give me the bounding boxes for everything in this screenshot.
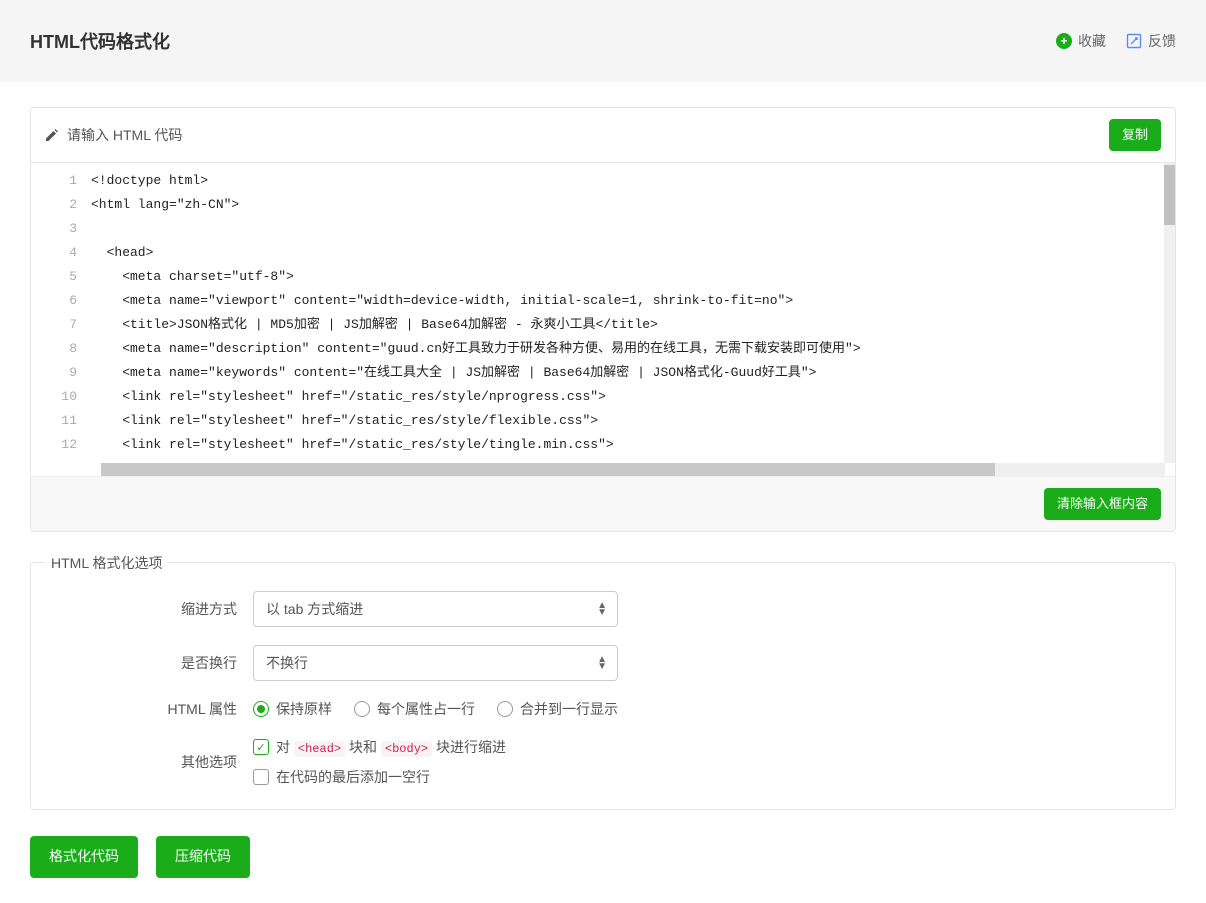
select-arrows-icon: ▲▼ [597,602,607,616]
indent-select[interactable]: 以 tab 方式缩进 ▲▼ [253,591,618,627]
checkbox-icon [253,769,269,785]
wrap-select[interactable]: 不换行 ▲▼ [253,645,618,681]
radio-icon [253,701,269,717]
feedback-link[interactable]: 反馈 [1126,31,1176,51]
pencil-icon [45,128,59,142]
checkbox-label: 在代码的最后添加一空行 [276,767,430,787]
input-panel-title: 请输入 HTML 代码 [67,125,182,145]
check-blankline[interactable]: 在代码的最后添加一空行 [253,767,430,787]
plus-icon: + [1056,33,1072,49]
checkbox-icon: ✓ [253,739,269,755]
wrap-label: 是否换行 [53,653,253,673]
favorite-link[interactable]: + 收藏 [1056,31,1106,51]
other-label: 其他选项 [53,752,253,772]
attr-radio-perline[interactable]: 每个属性占一行 [354,699,475,719]
wrap-select-value: 不换行 [266,653,308,673]
compose-icon [1126,33,1142,49]
radio-label: 合并到一行显示 [520,699,618,719]
vertical-scrollbar[interactable] [1164,163,1175,463]
attr-radio-keep[interactable]: 保持原样 [253,699,332,719]
radio-label: 每个属性占一行 [377,699,475,719]
indent-select-value: 以 tab 方式缩进 [266,599,363,619]
vertical-scroll-thumb[interactable] [1164,165,1175,225]
radio-icon [497,701,513,717]
line-gutter: 123456789101112 [31,163,91,463]
attr-radio-merge[interactable]: 合并到一行显示 [497,699,618,719]
radio-label: 保持原样 [276,699,332,719]
code-content[interactable]: <!doctype html><html lang="zh-CN"> <head… [91,163,1164,463]
horizontal-scrollbar[interactable] [101,463,1165,476]
body-tag: <body> [381,741,432,757]
select-arrows-icon: ▲▼ [597,656,607,670]
check-indent-head-body[interactable]: ✓ 对 <head> 块和 <body> 块进行缩进 [253,737,506,757]
clear-input-button[interactable]: 清除输入框内容 [1044,488,1161,520]
format-button[interactable]: 格式化代码 [30,836,138,878]
page-title: HTML代码格式化 [30,28,170,54]
head-tag: <head> [294,741,345,757]
copy-button[interactable]: 复制 [1109,119,1161,151]
favorite-label: 收藏 [1078,31,1106,51]
minify-button[interactable]: 压缩代码 [156,836,250,878]
format-options-fieldset: HTML 格式化选项 缩进方式 以 tab 方式缩进 ▲▼ 是否换行 不换行 ▲… [30,562,1176,810]
fieldset-legend: HTML 格式化选项 [45,553,168,573]
input-panel: 请输入 HTML 代码 复制 123456789101112 <!doctype… [30,107,1176,532]
attr-label: HTML 属性 [53,699,253,719]
indent-label: 缩进方式 [53,599,253,619]
code-editor[interactable]: 123456789101112 <!doctype html><html lan… [31,163,1175,463]
radio-icon [354,701,370,717]
checkbox-label: 对 <head> 块和 <body> 块进行缩进 [276,737,506,757]
header-actions: + 收藏 反馈 [1056,31,1176,51]
feedback-label: 反馈 [1148,31,1176,51]
horizontal-scroll-thumb[interactable] [101,463,995,476]
